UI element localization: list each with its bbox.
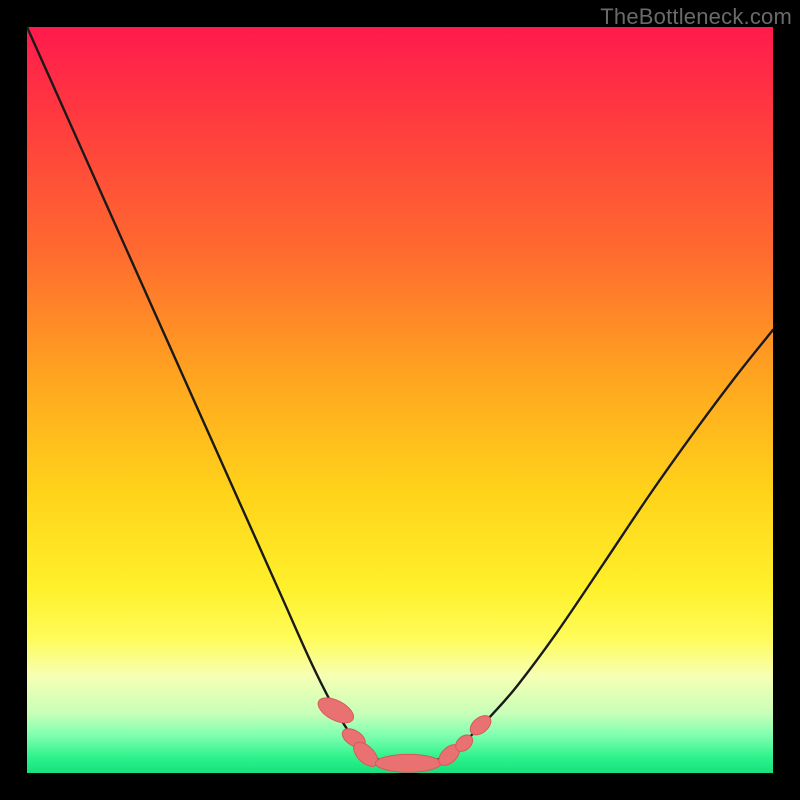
marker-lozenge <box>375 754 441 772</box>
chart-svg <box>27 27 773 773</box>
chart-frame: TheBottleneck.com <box>0 0 800 800</box>
curve-right-curve <box>451 330 773 755</box>
watermark-label: TheBottleneck.com <box>600 4 792 30</box>
chart-plot-area <box>27 27 773 773</box>
curve-left-curve <box>27 27 368 755</box>
marker-lozenge <box>314 693 357 728</box>
chart-markers-group <box>314 693 494 773</box>
chart-curves-group <box>27 27 773 764</box>
